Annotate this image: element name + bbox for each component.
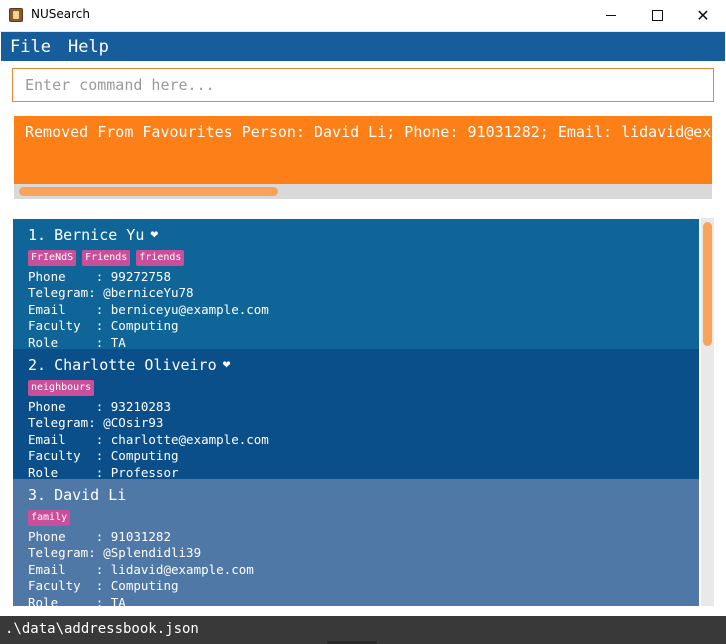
person-card[interactable]: 1. Bernice Yu ❤ FrIeNdS Friends friends … xyxy=(13,219,699,351)
list-scroll-thumb[interactable] xyxy=(703,222,712,346)
tag-label: family xyxy=(28,510,71,526)
person-card-header: 3. David Li xyxy=(28,485,699,504)
close-button[interactable]: ✕ xyxy=(680,0,726,31)
person-tags: neighbours xyxy=(28,380,699,396)
result-display: Removed From Favourites Person: David Li… xyxy=(14,116,712,184)
person-fields: Phone : 91031282 Telegram: @Splendidli39… xyxy=(28,529,699,606)
person-card-header: 1. Bernice Yu ❤ xyxy=(28,225,699,244)
person-card[interactable]: 3. David Li family Phone : 91031282 Tele… xyxy=(13,479,699,606)
minimize-button[interactable] xyxy=(588,0,634,31)
person-faculty: Faculty : Computing xyxy=(28,578,179,594)
minimize-icon xyxy=(606,15,616,16)
person-email: Email : lidavid@example.com xyxy=(28,561,254,577)
tag-label: neighbours xyxy=(28,380,95,396)
person-phone: Phone : 99272758 xyxy=(28,269,171,284)
menu-help[interactable]: Help xyxy=(59,37,117,57)
person-telegram: Telegram: @Splendidli39 xyxy=(28,545,202,561)
maximize-button[interactable] xyxy=(634,0,680,31)
list-vertical-scrollbar[interactable] xyxy=(701,218,714,606)
person-index: 3. xyxy=(28,485,47,504)
person-index: 1. xyxy=(28,225,47,244)
person-name: Bernice Yu xyxy=(54,225,145,244)
person-telegram: Telegram: @COsir93 xyxy=(28,415,164,431)
person-card[interactable]: 2. Charlotte Oliveiro ❤ neighbours Phone… xyxy=(13,349,699,481)
person-list: 1. Bernice Yu ❤ FrIeNdS Friends friends … xyxy=(12,218,714,606)
person-fields: Phone : 93210283 Telegram: @COsir93 Emai… xyxy=(28,399,699,481)
menu-bar: File Help xyxy=(1,32,725,61)
menu-file[interactable]: File xyxy=(1,37,59,57)
favourite-heart-icon: ❤ xyxy=(222,357,231,372)
person-phone: Phone : 93210283 xyxy=(28,399,171,414)
person-card-header: 2. Charlotte Oliveiro ❤ xyxy=(28,355,699,374)
person-tags: FrIeNdS Friends friends xyxy=(28,250,699,266)
person-name: David Li xyxy=(54,485,127,504)
save-location: .\data\addressbook.json xyxy=(5,621,199,637)
person-role: Role : TA xyxy=(28,594,126,606)
close-icon: ✕ xyxy=(696,5,710,25)
maximize-icon xyxy=(651,10,663,21)
person-telegram: Telegram: @berniceYu78 xyxy=(28,285,194,301)
tag-label: FrIeNdS xyxy=(28,250,77,266)
tag-label: friends xyxy=(136,250,185,266)
person-faculty: Faculty : Computing xyxy=(28,448,179,464)
person-email: Email : berniceyu@example.com xyxy=(28,301,269,317)
window-title: NUSearch xyxy=(31,7,90,21)
person-email: Email : charlotte@example.com xyxy=(28,431,269,447)
app-icon xyxy=(9,8,23,22)
person-tags: family xyxy=(28,510,699,526)
person-index: 2. xyxy=(28,355,47,374)
person-fields: Phone : 99272758 Telegram: @berniceYu78 … xyxy=(28,269,699,351)
result-message: Removed From Favourites Person: David Li… xyxy=(25,123,712,141)
command-input[interactable] xyxy=(13,69,713,101)
command-box xyxy=(12,68,714,102)
status-bar: .\data\addressbook.json xyxy=(0,616,726,644)
person-phone: Phone : 91031282 xyxy=(28,529,171,544)
favourite-heart-icon: ❤ xyxy=(150,227,159,242)
title-bar: NUSearch ✕ xyxy=(0,0,726,32)
person-name: Charlotte Oliveiro xyxy=(54,355,217,374)
result-scroll-thumb[interactable] xyxy=(19,187,278,196)
result-horizontal-scrollbar[interactable] xyxy=(14,184,712,199)
tag-label: Friends xyxy=(82,250,131,266)
person-faculty: Faculty : Computing xyxy=(28,318,179,334)
